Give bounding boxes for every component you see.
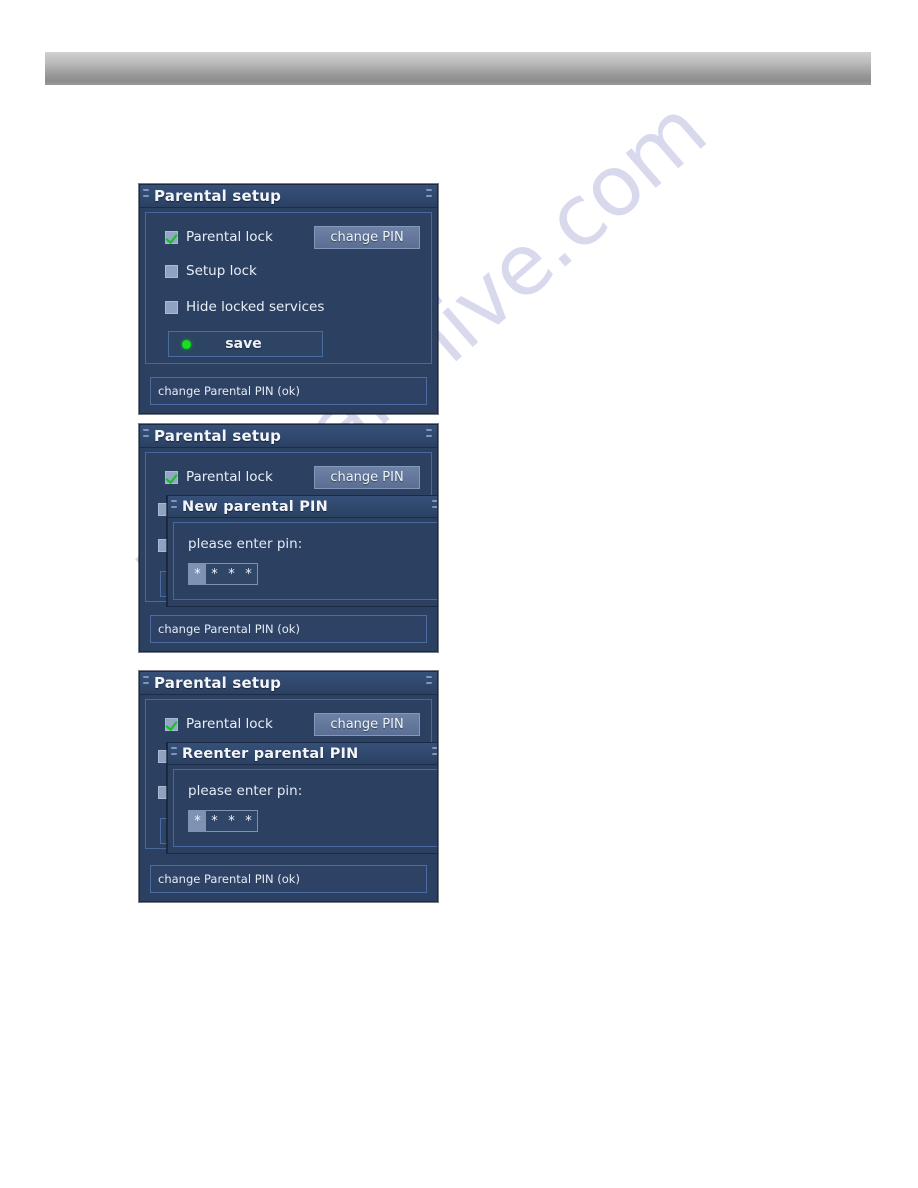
- subdialog-3-titlebar: Reenter parental PIN: [168, 743, 437, 765]
- pin-prompt-label: please enter pin:: [188, 536, 303, 552]
- pin-input-field[interactable]: * * * *: [188, 810, 258, 832]
- panel-2-body: Parental lock change PIN New parental PI…: [145, 452, 437, 607]
- scroll-arrows-left-icon[interactable]: [142, 429, 150, 443]
- change-pin-button[interactable]: change PIN: [314, 226, 420, 249]
- subdialog-2-titlebar: New parental PIN: [168, 496, 437, 518]
- panel-1-body: Parental lock Setup lock Hide locked ser…: [145, 212, 432, 364]
- checkbox-row-parental-lock[interactable]: Parental lock: [165, 716, 273, 732]
- scroll-arrows-right-icon[interactable]: [425, 189, 433, 203]
- panel-2-statusbar: change Parental PIN (ok): [150, 615, 427, 643]
- checkbox-label-setup-lock: Setup lock: [186, 263, 257, 279]
- scroll-arrows-right-icon[interactable]: [425, 676, 433, 690]
- pin-cell[interactable]: *: [240, 564, 257, 584]
- pin-cell[interactable]: *: [206, 811, 223, 831]
- reenter-parental-pin-dialog: Reenter parental PIN please enter pin: *…: [167, 742, 437, 854]
- save-button-label: save: [225, 336, 262, 352]
- save-button[interactable]: save: [168, 331, 323, 357]
- obscured-checkbox-fragment: [158, 503, 167, 516]
- scroll-arrows-left-icon[interactable]: [142, 676, 150, 690]
- parental-setup-panel-1: Parental setup Parental lock Setup lock …: [139, 184, 438, 414]
- checkbox-row-parental-lock[interactable]: Parental lock: [165, 229, 273, 245]
- checkbox-parental-lock[interactable]: [165, 470, 178, 484]
- checkbox-label-parental-lock: Parental lock: [186, 469, 273, 485]
- panel-2-status-text: change Parental PIN (ok): [158, 622, 300, 636]
- scroll-arrows-left-icon[interactable]: [170, 500, 178, 514]
- pin-input-field[interactable]: * * * *: [188, 563, 258, 585]
- obscured-checkbox-fragment: [158, 750, 167, 763]
- header-gradient-band: [45, 52, 871, 85]
- panel-1-statusbar: change Parental PIN (ok): [150, 377, 427, 405]
- scroll-arrows-left-icon[interactable]: [170, 747, 178, 761]
- change-pin-button[interactable]: change PIN: [314, 713, 420, 736]
- panel-3-title: Parental setup: [154, 674, 282, 692]
- checkbox-hide-locked-services[interactable]: [165, 300, 178, 314]
- change-pin-button[interactable]: change PIN: [314, 466, 420, 489]
- panel-1-title: Parental setup: [154, 187, 282, 205]
- subdialog-3-body: please enter pin: * * * *: [173, 769, 437, 847]
- subdialog-2-title: New parental PIN: [182, 498, 328, 515]
- obscured-checkbox-fragment: [158, 539, 167, 552]
- panel-1-titlebar: Parental setup: [140, 185, 437, 208]
- checkbox-label-parental-lock: Parental lock: [186, 229, 273, 245]
- panel-3-status-text: change Parental PIN (ok): [158, 872, 300, 886]
- checkbox-setup-lock[interactable]: [165, 264, 178, 278]
- scroll-arrows-right-icon[interactable]: [431, 747, 437, 761]
- parental-setup-panel-2: Parental setup Parental lock change PIN …: [139, 424, 438, 652]
- panel-1-status-text: change Parental PIN (ok): [158, 384, 300, 398]
- checkbox-label-hide-locked-services: Hide locked services: [186, 299, 325, 315]
- green-status-dot-icon: [182, 339, 191, 349]
- pin-cell[interactable]: *: [223, 811, 240, 831]
- pin-cell[interactable]: *: [240, 811, 257, 831]
- pin-cell[interactable]: *: [189, 811, 206, 831]
- panel-3-body: Parental lock change PIN Reenter parenta…: [145, 699, 437, 854]
- checkbox-parental-lock[interactable]: [165, 230, 178, 244]
- parental-setup-panel-3: Parental setup Parental lock change PIN …: [139, 671, 438, 902]
- checkbox-row-parental-lock[interactable]: Parental lock: [165, 469, 273, 485]
- obscured-checkbox-fragment: [158, 786, 167, 799]
- panel-3-statusbar: change Parental PIN (ok): [150, 865, 427, 893]
- checkbox-row-hide-locked-services[interactable]: Hide locked services: [165, 299, 324, 315]
- scroll-arrows-right-icon[interactable]: [431, 500, 437, 514]
- scroll-arrows-right-icon[interactable]: [425, 429, 433, 443]
- checkbox-parental-lock[interactable]: [165, 717, 178, 731]
- panel-2-title: Parental setup: [154, 427, 282, 445]
- subdialog-2-body: please enter pin: * * * *: [173, 522, 437, 600]
- scroll-arrows-left-icon[interactable]: [142, 189, 150, 203]
- checkbox-row-setup-lock[interactable]: Setup lock: [165, 263, 257, 279]
- pin-cell[interactable]: *: [189, 564, 206, 584]
- checkbox-label-parental-lock: Parental lock: [186, 716, 273, 732]
- new-parental-pin-dialog: New parental PIN please enter pin: * * *…: [167, 495, 437, 607]
- panel-3-titlebar: Parental setup: [140, 672, 437, 695]
- pin-prompt-label: please enter pin:: [188, 783, 303, 799]
- pin-cell[interactable]: *: [223, 564, 240, 584]
- page-root: Manualshive.com Parental setup Parental …: [0, 0, 918, 1188]
- panel-2-titlebar: Parental setup: [140, 425, 437, 448]
- subdialog-3-title: Reenter parental PIN: [182, 745, 359, 762]
- pin-cell[interactable]: *: [206, 564, 223, 584]
